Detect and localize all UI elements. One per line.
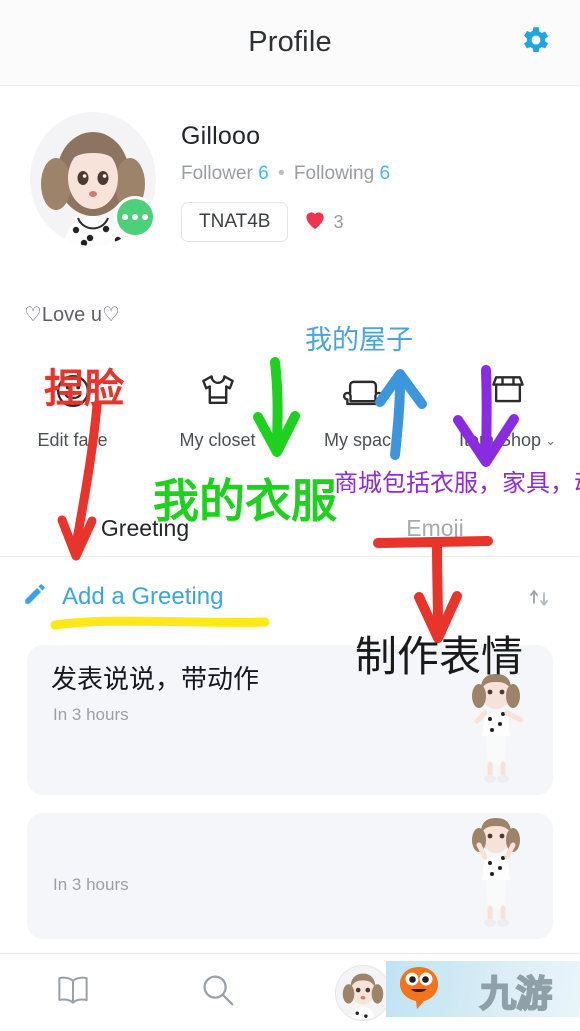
card-title: 发表说说，带动作 — [51, 664, 260, 694]
profile-code-chip[interactable]: TNAT4B — [181, 202, 289, 242]
mascot-icon — [392, 961, 446, 1020]
heart-count-group[interactable]: 3 — [304, 210, 343, 235]
following-label[interactable]: Following — [294, 163, 374, 184]
follower-label[interactable]: Follower — [181, 163, 253, 184]
heart-icon — [304, 210, 326, 235]
gear-icon — [519, 23, 553, 62]
add-greeting-label: Add a Greeting — [62, 582, 224, 610]
tab-emoji[interactable]: Emoji — [290, 500, 580, 556]
profile-status-text: ♡Love u♡ — [24, 304, 120, 326]
sofa-icon — [340, 366, 386, 412]
profile-code-row: TNAT4B 3 — [181, 202, 390, 242]
profile-stats: Follower 6 • Following 6 — [181, 163, 390, 185]
annotation-item-shop: 商城包括衣服，家具，动作 — [334, 469, 580, 497]
menu-item-text: Edit face — [37, 430, 108, 450]
avatar-figure-icon — [461, 672, 531, 789]
menu-item-edit-face[interactable]: Edit face — [0, 366, 145, 451]
store-icon — [485, 366, 531, 412]
tshirt-icon — [196, 366, 240, 412]
content-tabs: Greeting Emoji — [0, 500, 580, 556]
more-dots-icon[interactable] — [114, 196, 156, 238]
app-root: Profile Gillooo Follower 6 • Following 6… — [0, 0, 580, 1031]
page-title: Profile — [248, 26, 332, 58]
watermark: 九游 — [368, 949, 580, 1025]
menu-item-my-closet[interactable]: My closet — [145, 366, 290, 451]
follower-count[interactable]: 6 — [258, 163, 269, 184]
greeting-card[interactable]: In 3 hours — [27, 813, 553, 939]
menu-item-my-space[interactable]: My space — [290, 366, 435, 451]
header-bar: Profile — [0, 0, 580, 86]
nav-item-book[interactable] — [0, 970, 145, 1015]
pencil-icon — [22, 581, 48, 612]
sort-updown-icon[interactable] — [524, 583, 554, 618]
chevron-down-icon[interactable]: ⌄ — [545, 433, 556, 449]
stats-separator: • — [277, 163, 285, 184]
menu-label: My closet — [179, 430, 255, 451]
profile-avatar[interactable] — [30, 112, 156, 246]
annotation-my-space: 我的屋子 — [305, 325, 413, 356]
menu-item-text: My closet — [179, 430, 256, 450]
settings-button[interactable] — [516, 23, 556, 63]
add-greeting-button[interactable]: Add a Greeting — [22, 581, 223, 612]
profile-info: Gillooo Follower 6 • Following 6 TNAT4B … — [181, 122, 390, 242]
profile-section: Gillooo Follower 6 • Following 6 TNAT4B … — [0, 104, 580, 274]
following-count[interactable]: 6 — [379, 163, 390, 184]
menu-label: Edit face — [37, 430, 107, 451]
card-timestamp: In 3 hours — [53, 875, 129, 894]
menu-item-item-shop[interactable]: Item Shop ⌄ — [435, 366, 580, 451]
heart-count: 3 — [333, 211, 344, 232]
profile-name: Gillooo — [181, 122, 261, 150]
menu-label: My space — [324, 430, 401, 451]
book-icon — [51, 970, 95, 1015]
smiley-face-icon — [52, 366, 94, 412]
tab-greeting[interactable]: Greeting — [0, 500, 290, 556]
tabs-divider — [0, 556, 580, 557]
greeting-bar: Add a Greeting — [0, 575, 580, 627]
card-timestamp: In 3 hours — [53, 705, 129, 724]
greeting-card[interactable]: 发表说说，带动作 In 3 hours — [27, 645, 553, 795]
watermark-text: 九游 — [479, 973, 553, 1016]
avatar-figure-icon — [461, 816, 531, 933]
menu-item-text: Item Shop — [459, 430, 542, 450]
nav-item-search[interactable] — [145, 969, 290, 1016]
quick-menu-row: Edit face My closet My space Item Shop ⌄ — [0, 366, 580, 451]
search-icon — [197, 969, 239, 1016]
menu-item-text: My space — [323, 430, 402, 450]
menu-label: Item Shop ⌄ — [459, 430, 556, 451]
